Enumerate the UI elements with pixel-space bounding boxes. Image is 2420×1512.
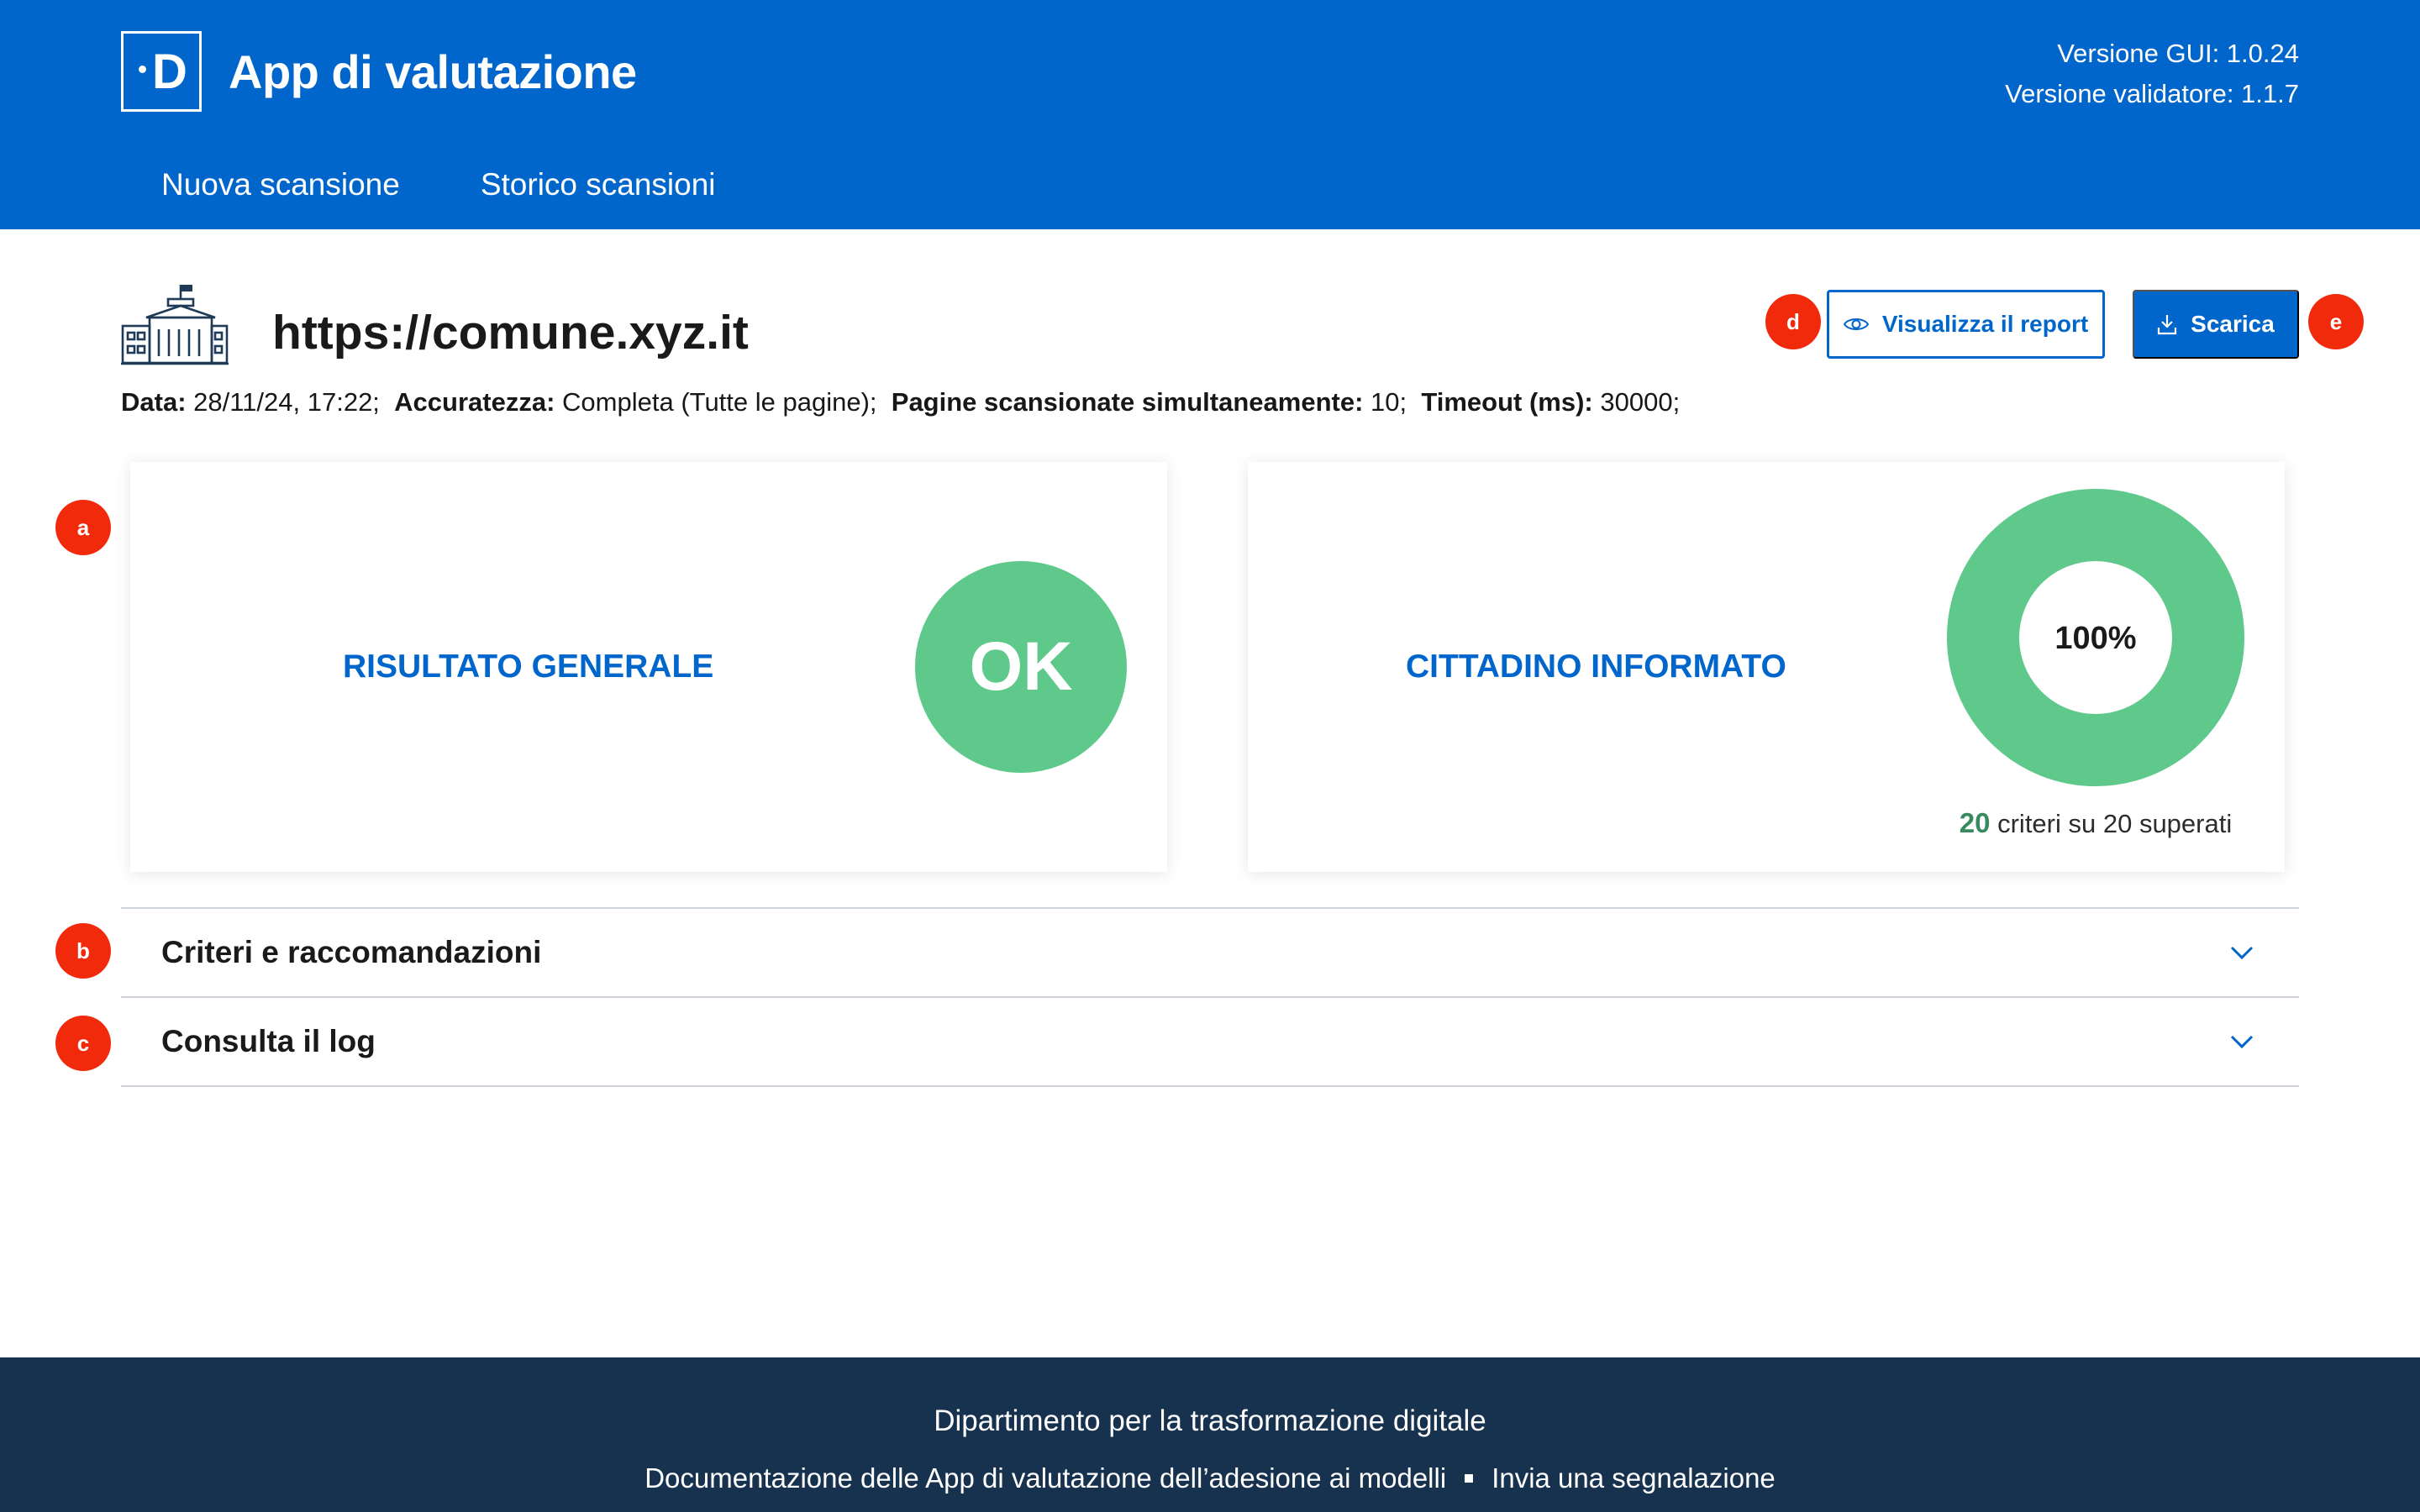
citizen-score-donut: 100% xyxy=(1947,489,2244,786)
view-report-label: Visualizza il report xyxy=(1881,311,2089,337)
timeout-label: Timeout (ms): xyxy=(1421,387,1593,417)
nav-item-new-scan[interactable]: Nuova scansione xyxy=(121,153,440,217)
general-result-card: RISULTATO GENERALE OK xyxy=(130,462,1167,872)
date-value: 28/11/24, 17:22; xyxy=(193,387,380,417)
view-report-button[interactable]: Visualizza il report xyxy=(1827,290,2105,359)
app-header: D App di valutazione Versione GUI: 1.0.2… xyxy=(0,0,2420,229)
logo-letter: D xyxy=(152,45,187,99)
marker-a: a xyxy=(55,500,111,555)
footer-docs-link[interactable]: Documentazione delle App di valutazione … xyxy=(644,1458,1446,1499)
footer-report-link[interactable]: Invia una segnalazione xyxy=(1491,1458,1776,1499)
nav-item-scan-history[interactable]: Storico scansioni xyxy=(440,153,756,217)
general-result-title: RISULTATO GENERALE xyxy=(343,648,714,685)
app-footer: Dipartimento per la trasformazione digit… xyxy=(0,1357,2420,1512)
app-title: App di valutazione xyxy=(229,45,637,98)
marker-e: e xyxy=(2308,294,2364,349)
download-button[interactable]: Scarica xyxy=(2133,290,2299,359)
logo-dot xyxy=(139,66,146,73)
gui-version: Versione GUI: 1.0.24 xyxy=(2057,39,2299,68)
general-result-badge: OK xyxy=(915,561,1127,773)
accuracy-value: Completa (Tutte le pagine); xyxy=(562,387,877,417)
accordion-criteria-label: Criteri e raccomandazioni xyxy=(161,935,542,969)
eye-icon xyxy=(1843,318,1869,330)
main-nav: Nuova scansione Storico scansioni xyxy=(121,153,756,217)
app-logo[interactable]: D xyxy=(121,31,202,112)
criteria-summary: 20 criteri su 20 superati xyxy=(1949,805,2242,843)
footer-title: Dipartimento per la trasformazione digit… xyxy=(934,1404,1486,1437)
scanned-url: https://comune.xyz.it xyxy=(272,306,749,360)
validator-version: Versione validatore: 1.1.7 xyxy=(2005,79,2299,108)
accordion-log[interactable]: Consulta il log xyxy=(121,998,2299,1087)
pages-label: Pagine scansionate simultaneamente: xyxy=(891,387,1364,417)
footer-links: Documentazione delle App di valutazione … xyxy=(0,1458,2420,1499)
marker-c: c xyxy=(55,1016,111,1071)
donut-percent-label: 100% xyxy=(2054,621,2136,656)
criteria-passed-count: 20 xyxy=(1959,807,1991,838)
chevron-down-icon[interactable] xyxy=(2228,941,2255,964)
download-icon xyxy=(2158,315,2177,335)
download-label: Scarica xyxy=(2191,311,2275,337)
timeout-value: 30000; xyxy=(1600,387,1681,417)
results-accordion: Criteri e raccomandazioni Consulta il lo… xyxy=(121,907,2299,1087)
marker-b: b xyxy=(55,923,111,979)
footer-separator xyxy=(1465,1474,1474,1483)
scan-metadata: Data: 28/11/24, 17:22; Accuratezza: Comp… xyxy=(121,385,1680,420)
citizen-informed-title: CITTADINO INFORMATO xyxy=(1406,648,1786,685)
accordion-criteria[interactable]: Criteri e raccomandazioni xyxy=(121,909,2299,998)
date-label: Data: xyxy=(121,387,187,417)
pages-value: 10; xyxy=(1370,387,1407,417)
marker-d: d xyxy=(1765,294,1821,349)
chevron-down-icon[interactable] xyxy=(2228,1030,2255,1053)
accuracy-label: Accuratezza: xyxy=(394,387,555,417)
version-info: Versione GUI: 1.0.24 Versione validatore… xyxy=(2005,34,2299,114)
criteria-summary-text: criteri su 20 superati xyxy=(1997,809,2233,838)
citizen-informed-card: CITTADINO INFORMATO 100% 20 criteri su 2… xyxy=(1248,462,2285,872)
building-icon xyxy=(121,285,229,365)
accordion-log-label: Consulta il log xyxy=(161,1024,376,1058)
